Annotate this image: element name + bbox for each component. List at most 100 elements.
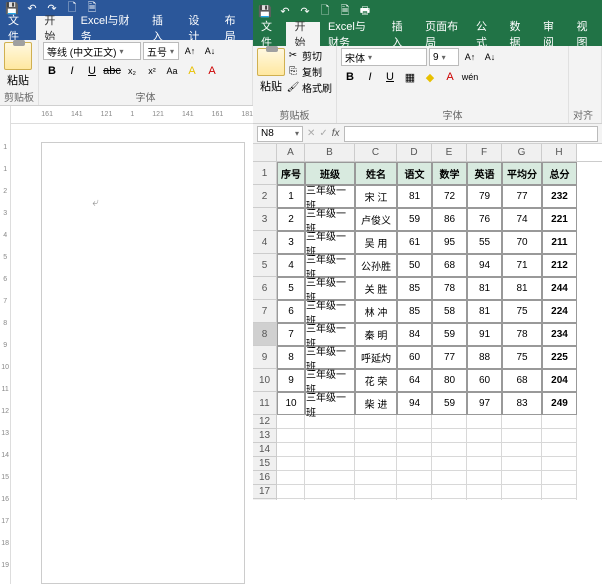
bold-button[interactable]: B — [341, 68, 359, 86]
column-header[interactable]: H — [542, 144, 577, 161]
column-header[interactable]: B — [305, 144, 355, 161]
cell[interactable] — [542, 429, 577, 443]
cell[interactable] — [467, 457, 502, 471]
cell[interactable]: 序号 — [277, 162, 305, 185]
cell[interactable] — [277, 415, 305, 429]
column-header[interactable]: D — [397, 144, 432, 161]
cell[interactable]: 81 — [467, 277, 502, 300]
word-menu-excel[interactable]: Excel与财务 — [73, 16, 144, 40]
excel-menu-file[interactable]: 文件 — [253, 22, 286, 46]
cell[interactable]: 5 — [277, 277, 305, 300]
cell[interactable] — [397, 485, 432, 499]
cell[interactable]: 2 — [277, 208, 305, 231]
cell[interactable] — [432, 415, 467, 429]
cell[interactable] — [432, 457, 467, 471]
cell[interactable] — [542, 457, 577, 471]
cut-button[interactable]: ✂剪切 — [287, 48, 332, 63]
cell[interactable]: 86 — [432, 208, 467, 231]
cell[interactable]: 10 — [277, 392, 305, 415]
cell[interactable] — [542, 485, 577, 499]
cell[interactable] — [432, 443, 467, 457]
cell[interactable] — [397, 443, 432, 457]
cell[interactable]: 79 — [467, 185, 502, 208]
row-header[interactable]: 14 — [253, 443, 277, 457]
word-menu-insert[interactable]: 插入 — [144, 16, 180, 40]
excel-font-size-combo[interactable]: 9 ▾ — [429, 48, 459, 66]
cell[interactable]: 234 — [542, 323, 577, 346]
shrink-font-icon[interactable]: A↓ — [481, 48, 499, 66]
cell[interactable]: 59 — [432, 323, 467, 346]
cell[interactable]: 75 — [502, 346, 542, 369]
grow-font-icon[interactable]: A↑ — [181, 42, 199, 60]
cell[interactable]: 64 — [397, 369, 432, 392]
cell[interactable]: 8 — [277, 346, 305, 369]
cell[interactable]: 英语 — [467, 162, 502, 185]
cell[interactable]: 80 — [432, 369, 467, 392]
cell[interactable]: 75 — [502, 300, 542, 323]
excel-menu-data[interactable]: 数据 — [502, 22, 535, 46]
excel-menu-view[interactable]: 视图 — [569, 22, 602, 46]
cell[interactable]: 85 — [397, 277, 432, 300]
cell[interactable]: 95 — [432, 231, 467, 254]
word-font-name-combo[interactable]: 等线 (中文正文) ▾ — [43, 42, 141, 60]
excel-menu-home[interactable]: 开始 — [286, 22, 319, 46]
row-header[interactable]: 12 — [253, 415, 277, 429]
cell[interactable] — [502, 457, 542, 471]
excel-menu-page[interactable]: 页面布局 — [417, 22, 468, 46]
shrink-font-icon[interactable]: A↓ — [201, 42, 219, 60]
cell[interactable]: 三年级一班 — [305, 392, 355, 415]
cell[interactable] — [467, 415, 502, 429]
row-header[interactable]: 15 — [253, 457, 277, 471]
cell[interactable]: 4 — [277, 254, 305, 277]
cell[interactable]: 204 — [542, 369, 577, 392]
cell[interactable]: 77 — [502, 185, 542, 208]
cell[interactable]: 3 — [277, 231, 305, 254]
word-page[interactable]: ⤶ — [41, 142, 245, 584]
new-doc-icon[interactable]: 🗋 — [317, 3, 333, 19]
cell[interactable]: 吴 用 — [355, 231, 397, 254]
cell[interactable]: 74 — [502, 208, 542, 231]
column-header[interactable]: E — [432, 144, 467, 161]
word-menu-layout[interactable]: 布局 — [217, 16, 253, 40]
cell[interactable]: 数学 — [432, 162, 467, 185]
cell[interactable] — [432, 485, 467, 499]
cell[interactable]: 232 — [542, 185, 577, 208]
row-header[interactable]: 2 — [253, 185, 277, 208]
cell[interactable]: 211 — [542, 231, 577, 254]
word-menu-home[interactable]: 开始 — [36, 16, 72, 40]
cell[interactable] — [397, 457, 432, 471]
cell[interactable]: 柴 进 — [355, 392, 397, 415]
cell[interactable]: 77 — [432, 346, 467, 369]
cell[interactable]: 卢俊义 — [355, 208, 397, 231]
cell[interactable]: 9 — [277, 369, 305, 392]
bold-button[interactable]: B — [43, 62, 61, 80]
cell[interactable]: 85 — [397, 300, 432, 323]
cell[interactable]: 70 — [502, 231, 542, 254]
cell[interactable]: 呼延灼 — [355, 346, 397, 369]
enter-formula-icon[interactable]: ✓ — [319, 128, 327, 139]
row-header[interactable]: 1 — [253, 162, 277, 185]
copy-button[interactable]: ⎘复制 — [287, 64, 332, 79]
cell[interactable] — [397, 471, 432, 485]
row-header[interactable]: 16 — [253, 471, 277, 485]
italic-button[interactable]: I — [63, 62, 81, 80]
cell[interactable] — [432, 429, 467, 443]
cell[interactable]: 花 荣 — [355, 369, 397, 392]
cell[interactable]: 60 — [397, 346, 432, 369]
cell[interactable] — [305, 443, 355, 457]
cell[interactable] — [502, 485, 542, 499]
cell[interactable] — [355, 415, 397, 429]
cell[interactable]: 97 — [467, 392, 502, 415]
new-doc-icon[interactable]: 🗋 — [64, 0, 80, 16]
cell[interactable] — [355, 471, 397, 485]
cell[interactable]: 94 — [467, 254, 502, 277]
cell[interactable] — [502, 471, 542, 485]
cell[interactable] — [502, 415, 542, 429]
cell[interactable] — [502, 429, 542, 443]
subscript-button[interactable]: x₂ — [123, 62, 141, 80]
cell[interactable]: 55 — [467, 231, 502, 254]
cell[interactable] — [277, 457, 305, 471]
cell[interactable]: 81 — [467, 300, 502, 323]
cell[interactable]: 88 — [467, 346, 502, 369]
cell[interactable]: 224 — [542, 300, 577, 323]
